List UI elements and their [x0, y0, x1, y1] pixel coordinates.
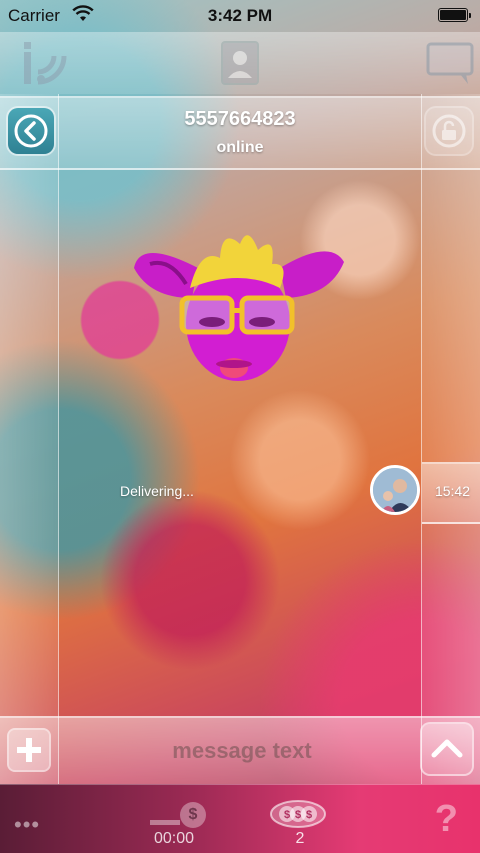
chat-icon[interactable] — [424, 38, 476, 88]
svg-text:$: $ — [284, 809, 290, 821]
avatar-photo — [373, 468, 417, 512]
help-icon[interactable]: ? — [435, 798, 458, 841]
app-logo-icon[interactable] — [20, 38, 72, 88]
message-input[interactable] — [58, 724, 426, 778]
dollar-slider — [150, 820, 180, 825]
back-button[interactable] — [8, 108, 54, 154]
contact-number: 5557664823 — [184, 108, 296, 130]
top-toolbar — [0, 32, 480, 94]
message-time: 15:42 — [434, 483, 470, 499]
battery-icon — [438, 8, 471, 22]
avatar[interactable] — [370, 465, 420, 515]
lock-icon — [432, 114, 466, 148]
contact-status: online — [216, 139, 264, 156]
svg-text:$: $ — [295, 809, 301, 821]
coin-count: 2 — [295, 830, 305, 847]
pink-creature-sticker[interactable] — [130, 228, 346, 398]
clock: 3:42 PM — [207, 6, 273, 25]
dollar-icon[interactable]: $ — [180, 802, 206, 828]
back-icon — [14, 114, 48, 148]
chevron-up-icon — [431, 739, 463, 758]
coins-icon[interactable]: $ $ $ — [270, 800, 326, 828]
lock-button[interactable] — [426, 108, 472, 154]
right-rail — [421, 94, 480, 784]
status-bar: Carrier 3:42 PM — [0, 0, 480, 32]
left-rail — [0, 94, 59, 784]
svg-text:$: $ — [306, 809, 312, 821]
contacts-icon[interactable] — [214, 38, 266, 88]
add-attachment-button[interactable] — [9, 730, 49, 770]
delivery-status: Delivering... — [120, 483, 194, 499]
plus-icon — [17, 738, 41, 762]
send-button[interactable] — [422, 724, 472, 774]
